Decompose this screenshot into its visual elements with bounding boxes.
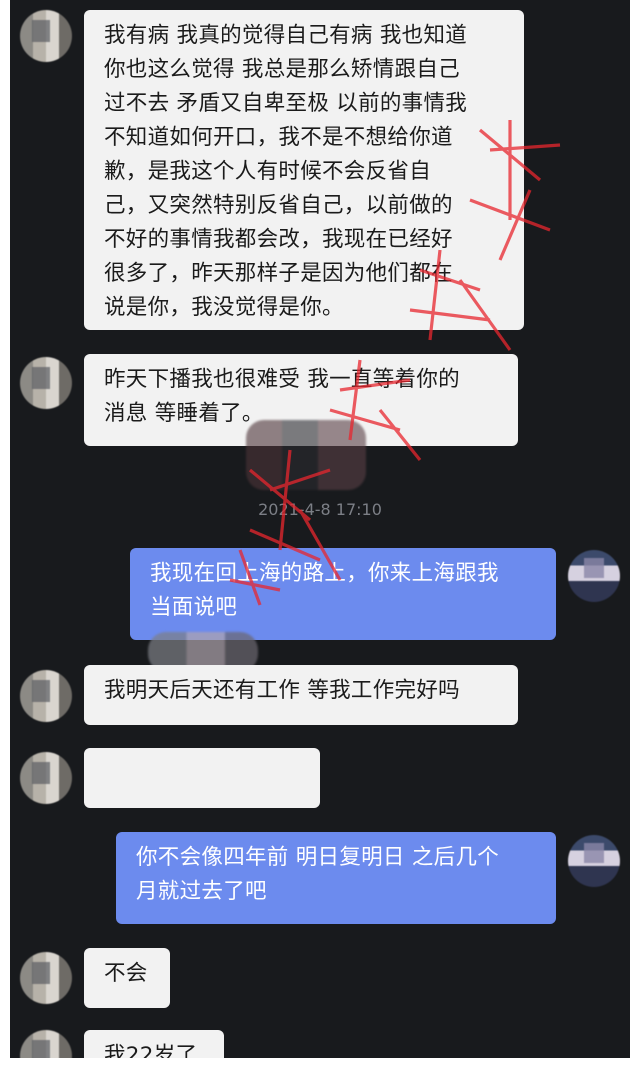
chat-screen: 我有病 我真的觉得自己有病 我也知道 你也这么觉得 我总是那么矫情跟自己 过不去… (10, 0, 630, 1058)
contact-avatar[interactable] (20, 357, 72, 409)
contact-avatar[interactable] (20, 10, 72, 62)
incoming-message-bubble[interactable]: 不会 (84, 948, 170, 1008)
message-timestamp: 2021-4-8 17:10 (258, 500, 382, 519)
contact-avatar[interactable] (20, 752, 72, 804)
user-avatar[interactable] (568, 550, 620, 602)
incoming-message-bubble[interactable]: 我明天后天还有工作 等我工作完好吗 (84, 665, 518, 725)
contact-avatar[interactable] (20, 1030, 72, 1058)
incoming-message-bubble[interactable]: 我有病 我真的觉得自己有病 我也知道 你也这么觉得 我总是那么矫情跟自己 过不去… (84, 10, 524, 330)
pixelated-blur (246, 420, 366, 490)
contact-avatar[interactable] (20, 952, 72, 1004)
incoming-message-bubble[interactable]: 我的微信 (84, 748, 320, 854)
contact-avatar[interactable] (20, 670, 72, 722)
incoming-message-bubble[interactable]: 我22岁了 (84, 1030, 224, 1058)
outgoing-message-bubble[interactable]: 我现在回上海的路上，你来上海跟我 当面说吧 (130, 548, 556, 640)
user-avatar[interactable] (568, 835, 620, 887)
outgoing-message-bubble[interactable]: 你不会像四年前 明日复明日 之后几个 月就过去了吧 (116, 832, 556, 924)
